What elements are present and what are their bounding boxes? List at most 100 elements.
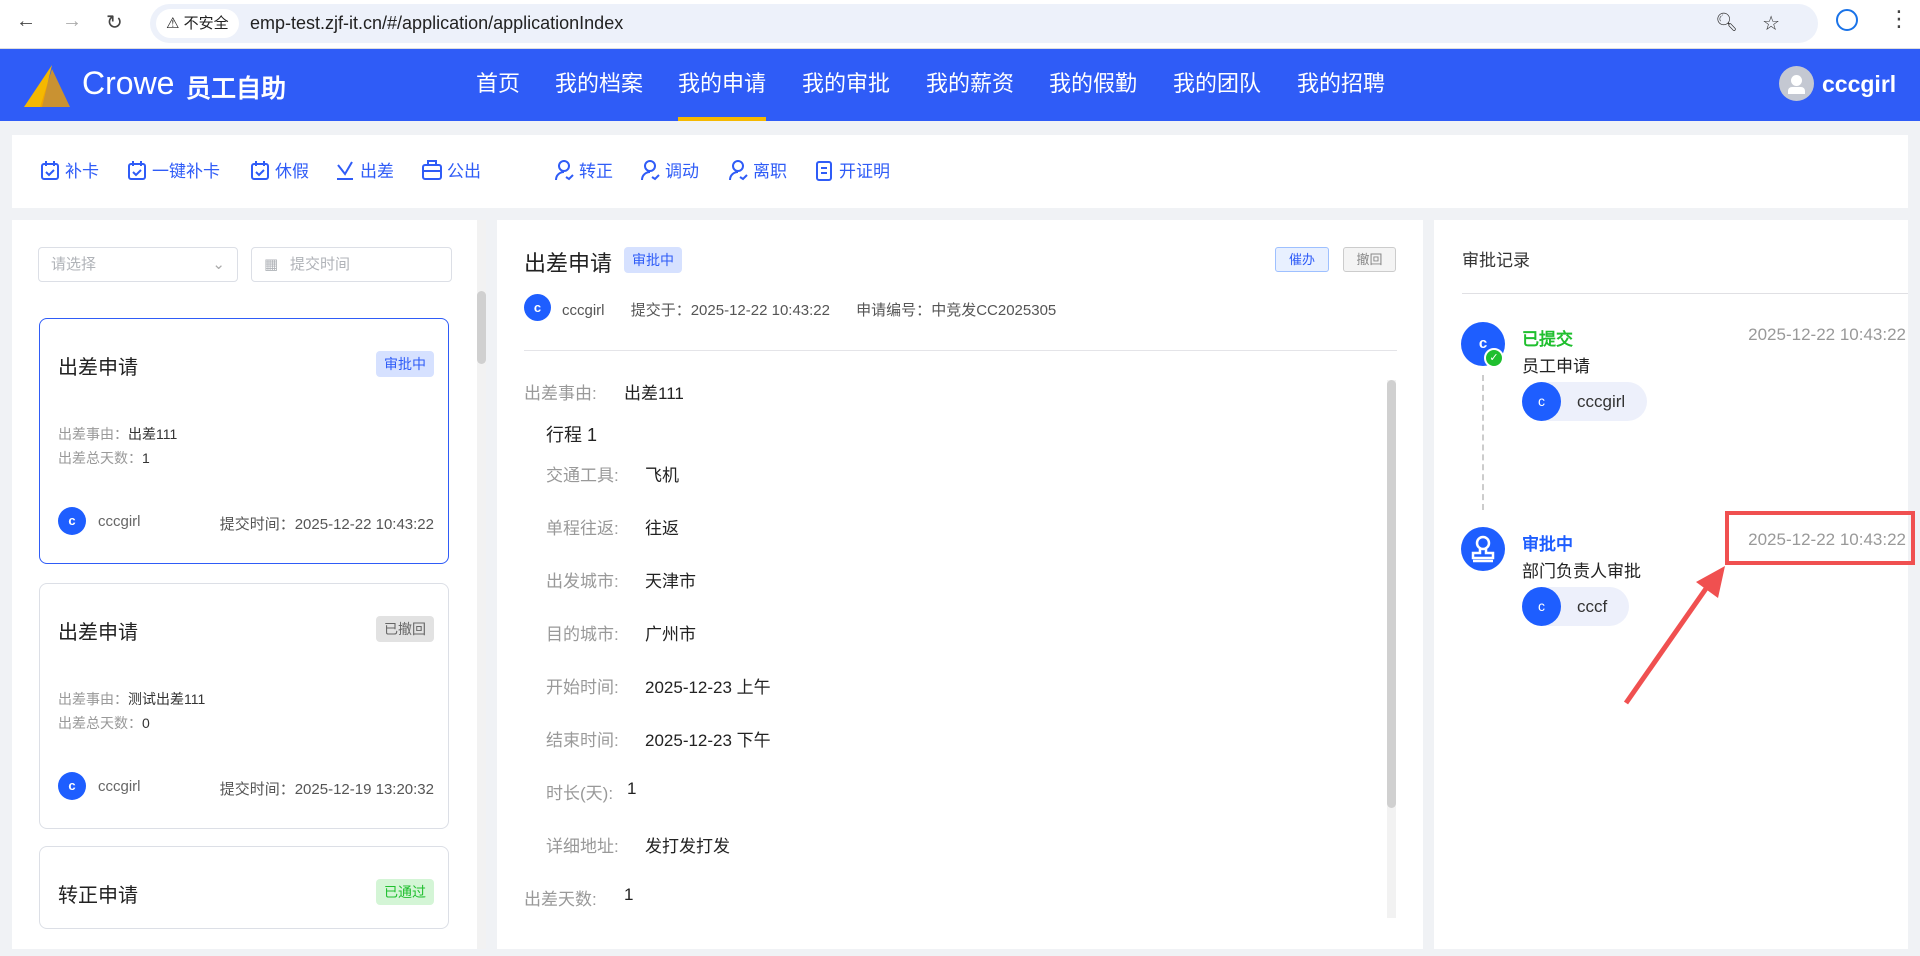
toolbar-item[interactable]: 出差: [334, 157, 394, 182]
warning-icon: ⚠: [166, 15, 184, 32]
bookmark-star-icon[interactable]: ☆: [1762, 11, 1780, 36]
detail-content: 出差事由: 出差111 行程 1 交通工具: 飞机 单程往返: 往返 出发城市: 天津市目…: [497, 365, 1423, 918]
submit-time: 2025-12-19 13:20:32: [294, 781, 434, 798]
avatar: [1461, 527, 1505, 571]
calendar-check-icon: [128, 160, 146, 180]
annotation-arrow-icon: [1623, 566, 1725, 705]
application-card[interactable]: 出差申请 已撤回 出差事由：测试出差111 出差总天数：0 c cccgirl …: [39, 583, 449, 829]
record-time: 2025-12-22 10:43:22: [1748, 325, 1906, 344]
avatar: c: [524, 294, 551, 321]
detail-status-badge: 审批中: [624, 247, 682, 273]
approver-chip: c cccgirl: [1522, 382, 1648, 421]
toolbar-item[interactable]: 开证明: [813, 157, 890, 182]
url-text[interactable]: emp-test.zjf-it.cn/#/application/applica…: [250, 4, 623, 43]
user-avatar[interactable]: [1779, 66, 1814, 101]
record-title: 审批记录: [1462, 251, 1530, 270]
user-leave-icon: [729, 159, 748, 180]
chevron-down-icon: ⌄: [212, 256, 225, 273]
record-step: 员工申请: [1522, 357, 1590, 376]
reason-value: 出差111: [624, 384, 684, 403]
divider: [1462, 293, 1908, 294]
divider: [524, 350, 1397, 351]
list-scrollbar-thumb[interactable]: [477, 291, 486, 364]
status-badge: 已撤回: [376, 616, 434, 642]
status-badge: 已通过: [376, 879, 434, 905]
type-select[interactable]: 请选择 ⌄: [38, 247, 238, 282]
calendar-check-icon: [41, 160, 59, 180]
calendar-leave-icon: [251, 160, 269, 180]
app-header: Crowe 员工自助 首页 我的档案 我的申请 我的审批 我的薪资 我的假勤 我的团队 我的招…: [0, 49, 1920, 121]
nav-item[interactable]: 首页: [476, 49, 520, 121]
timeline-connector: [1482, 375, 1484, 510]
user-check-icon: [555, 159, 574, 180]
detail-title: 出差申请: [524, 251, 613, 276]
card-title: 出差申请: [58, 357, 138, 379]
detail-scrollbar-thumb[interactable]: [1387, 380, 1396, 808]
withdraw-button[interactable]: 撤回: [1343, 247, 1396, 272]
toolbar-item[interactable]: 转正: [553, 157, 613, 182]
submit-time: 2025-12-22 10:43:22: [690, 302, 830, 319]
nav-item[interactable]: 我的薪资: [926, 49, 1014, 121]
card-title: 转正申请: [58, 885, 138, 907]
days-value: 0: [142, 715, 150, 731]
browser-bar: ← → ↻ ⚠ 不安全 emp-test.zjf-it.cn/#/applica…: [0, 0, 1920, 49]
toolbar-item[interactable]: 调动: [639, 157, 699, 182]
clipboard-icon: [816, 160, 832, 181]
urge-button[interactable]: 催办: [1275, 247, 1329, 272]
detail-scrollbar-track[interactable]: [1387, 380, 1396, 918]
stamp-icon: [1471, 535, 1495, 563]
nav-item[interactable]: 我的申请: [678, 49, 767, 121]
avatar: c: [58, 507, 86, 535]
user-transfer-icon: [641, 159, 660, 180]
menu-icon[interactable]: ⋮: [1888, 6, 1910, 32]
user-name[interactable]: cccgirl: [1822, 71, 1896, 98]
applicant-name: cccgirl: [98, 778, 141, 795]
check-icon: ✓: [1484, 348, 1504, 368]
applicant-name: cccgirl: [562, 302, 605, 319]
profile-icon[interactable]: [1836, 9, 1858, 31]
record-status: 审批中: [1522, 535, 1573, 554]
app-name: 员工自助: [186, 75, 287, 103]
back-icon[interactable]: ←: [16, 10, 36, 33]
toolbar-item[interactable]: 休假: [249, 157, 309, 182]
detail-meta: cccgirl 提交于：2025-12-22 10:43:22 申请编号：中竞发…: [562, 302, 1057, 319]
security-indicator[interactable]: ⚠ 不安全: [156, 9, 239, 38]
days-value: 1: [142, 450, 150, 466]
record-status: 已提交: [1522, 330, 1573, 349]
card-title: 出差申请: [58, 622, 138, 644]
address-bar[interactable]: ⚠ 不安全 emp-test.zjf-it.cn/#/application/a…: [150, 4, 1818, 43]
application-list-panel: 请选择 ⌄ ▦ 提交时间 出差申请 审批中 出差事由：出差111 出差总天数：1 c…: [12, 220, 486, 949]
toolbar-item[interactable]: 补卡: [39, 157, 99, 182]
nav-item[interactable]: 我的团队: [1173, 49, 1261, 121]
submit-time: 2025-12-22 10:43:22: [294, 516, 434, 533]
crowe-logo-icon: [24, 65, 70, 107]
toolbar-item[interactable]: 一键补卡: [126, 157, 220, 182]
nav-item[interactable]: 我的档案: [555, 49, 643, 121]
days-label: 出差天数:: [524, 890, 597, 909]
application-card[interactable]: 转正申请 已通过: [39, 846, 449, 929]
reason-value: 测试出差111: [128, 691, 206, 707]
days-value: 1: [624, 885, 634, 904]
application-detail-panel: 出差申请 审批中 催办 撤回 c cccgirl 提交于：2025-12-22 …: [497, 220, 1423, 949]
highlight-box: [1725, 511, 1915, 565]
briefcase-icon: [422, 159, 442, 180]
nav-item[interactable]: 我的招聘: [1297, 49, 1385, 121]
list-scrollbar-track[interactable]: [477, 220, 486, 949]
application-number: 中竞发CC2025305: [931, 302, 1057, 319]
zoom-icon[interactable]: 🔍︎: [1715, 12, 1738, 33]
application-card[interactable]: 出差申请 审批中 出差事由：出差111 出差总天数：1 c cccgirl 提交…: [39, 318, 449, 564]
nav-item[interactable]: 我的假勤: [1049, 49, 1137, 121]
avatar: c: [58, 772, 86, 800]
reason-value: 出差111: [128, 426, 178, 442]
trip-icon: [337, 160, 353, 180]
trip-title: 行程 1: [546, 425, 598, 445]
forward-icon[interactable]: →: [62, 10, 82, 33]
toolbar-item[interactable]: 公出: [421, 157, 481, 182]
calendar-icon: ▦: [264, 256, 279, 273]
nav-item[interactable]: 我的审批: [802, 49, 890, 121]
submit-time-picker[interactable]: ▦ 提交时间: [251, 247, 452, 282]
status-badge: 审批中: [376, 351, 434, 377]
applicant-name: cccgirl: [98, 513, 141, 530]
toolbar-item[interactable]: 离职: [727, 157, 787, 182]
reload-icon[interactable]: ↻: [106, 10, 123, 35]
